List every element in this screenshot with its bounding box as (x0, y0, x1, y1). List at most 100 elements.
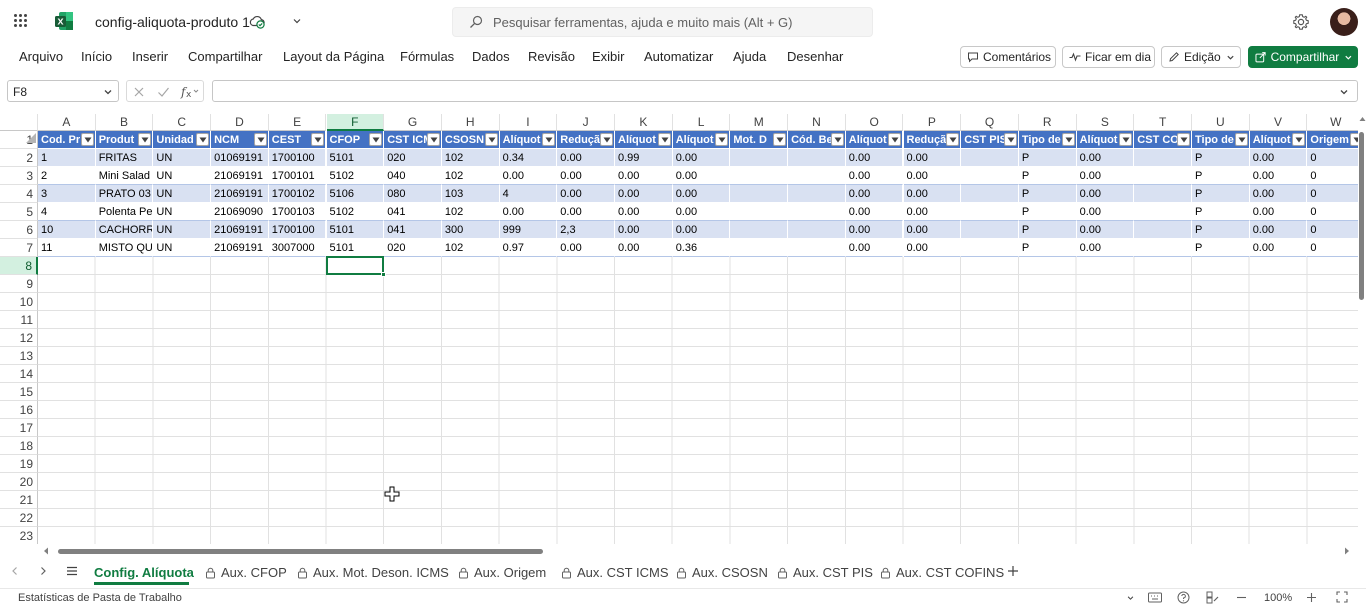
empty-row[interactable] (38, 311, 1358, 329)
row-header-15[interactable]: 15 (0, 383, 38, 401)
header-cell[interactable]: Alíquot (615, 131, 673, 149)
row-header-13[interactable]: 13 (0, 347, 38, 365)
table-cell[interactable]: P (1192, 149, 1250, 167)
column-header-v[interactable]: V (1249, 114, 1308, 131)
select-all-corner[interactable] (0, 114, 38, 131)
column-header-n[interactable]: N (788, 114, 846, 131)
header-cell[interactable]: CST ICM (384, 131, 442, 149)
zoom-in-icon[interactable] (1306, 592, 1317, 603)
table-cell[interactable]: UN (153, 149, 212, 167)
table-cell[interactable]: 0.00 (1249, 167, 1308, 185)
column-header-c[interactable]: C (153, 114, 212, 131)
cloud-saved-icon[interactable] (249, 13, 265, 29)
filter-dropdown-icon[interactable] (1234, 133, 1248, 146)
column-header-q[interactable]: Q (961, 114, 1019, 131)
column-header-w[interactable]: W (1307, 114, 1358, 131)
table-cell[interactable]: 0.00 (1076, 185, 1135, 203)
table-cell[interactable]: 0.00 (1249, 239, 1308, 257)
filter-dropdown-icon[interactable] (657, 133, 671, 146)
empty-row[interactable] (38, 419, 1358, 437)
table-cell[interactable]: 0.00 (1076, 203, 1135, 221)
row-header-5[interactable]: 5 (0, 203, 38, 221)
table-cell[interactable]: P (1192, 185, 1250, 203)
menu-exibir[interactable]: Exibir (592, 49, 625, 64)
row-header-21[interactable]: 21 (0, 491, 38, 509)
table-cell[interactable]: 041 (384, 221, 442, 239)
table-cell[interactable]: 21069191 (211, 167, 269, 185)
table-cell[interactable]: 0.00 (557, 239, 615, 257)
table-cell[interactable]: P (1192, 239, 1250, 257)
scroll-right-icon[interactable] (1344, 547, 1350, 555)
table-cell[interactable] (1134, 167, 1192, 185)
filter-dropdown-icon[interactable] (542, 133, 556, 146)
table-cell[interactable]: 5101 (326, 221, 385, 239)
table-cell[interactable] (1134, 185, 1192, 203)
formula-input[interactable] (212, 80, 1358, 102)
table-cell[interactable]: P (1018, 185, 1077, 203)
menu-inicio[interactable]: Início (81, 49, 112, 64)
filter-dropdown-icon[interactable] (196, 133, 210, 146)
table-cell[interactable]: PRATO 03 (95, 185, 154, 203)
menu-layout[interactable]: Layout da Página (283, 49, 384, 64)
tab-scroll-right-icon[interactable] (38, 566, 48, 576)
column-header-f[interactable]: F (326, 114, 385, 131)
table-cell[interactable]: 21069191 (211, 239, 269, 257)
table-cell[interactable]: 0.00 (1076, 167, 1135, 185)
table-cell[interactable]: 1700100 (268, 149, 327, 167)
table-cell[interactable]: 21069191 (211, 185, 269, 203)
table-cell[interactable] (788, 149, 846, 167)
selected-cell[interactable] (325, 256, 385, 275)
table-cell[interactable]: UN (153, 203, 212, 221)
workbook-statistics[interactable]: Estatísticas de Pasta de Trabalho (18, 592, 182, 604)
table-cell[interactable]: 0.00 (903, 221, 962, 239)
table-cell[interactable]: 0 (1307, 203, 1358, 221)
table-cell[interactable]: 0.00 (615, 203, 673, 221)
vertical-scroll-thumb[interactable] (1359, 132, 1364, 300)
header-cell[interactable]: Cod. Pr (38, 131, 96, 149)
comments-button[interactable]: Comentários (960, 46, 1056, 68)
column-header-s[interactable]: S (1076, 114, 1135, 131)
table-cell[interactable]: 0.00 (615, 221, 673, 239)
table-cell[interactable]: 040 (384, 167, 442, 185)
table-cell[interactable]: 020 (384, 149, 442, 167)
add-sheet-icon[interactable] (1007, 565, 1019, 577)
row-header-6[interactable]: 6 (0, 221, 38, 239)
chevron-down-icon[interactable] (1339, 87, 1349, 97)
horizontal-scroll-thumb[interactable] (58, 549, 543, 554)
view-settings-icon[interactable] (1206, 591, 1220, 604)
header-cell[interactable]: Reduçã (903, 131, 962, 149)
table-cell[interactable]: 0 (1307, 239, 1358, 257)
column-header-p[interactable]: P (903, 114, 962, 131)
table-cell[interactable]: 10 (38, 221, 96, 239)
table-cell[interactable]: 0.00 (557, 185, 615, 203)
table-cell[interactable]: UN (153, 239, 212, 257)
empty-row[interactable] (38, 293, 1358, 311)
header-cell[interactable]: CST PIS (961, 131, 1019, 149)
table-cell[interactable]: 0.97 (499, 239, 558, 257)
editing-mode-button[interactable]: Edição (1161, 46, 1241, 68)
table-cell[interactable]: 3007000 (268, 239, 327, 257)
table-cell[interactable]: 102 (441, 239, 500, 257)
filter-dropdown-icon[interactable] (1176, 133, 1190, 146)
table-cell[interactable]: 103 (441, 185, 500, 203)
column-header-k[interactable]: K (615, 114, 673, 131)
row-header-7[interactable]: 7 (0, 239, 38, 257)
table-cell[interactable]: P (1018, 167, 1077, 185)
table-cell[interactable]: 1 (38, 149, 96, 167)
table-cell[interactable]: 0 (1307, 221, 1358, 239)
header-cell[interactable]: Mot. D (730, 131, 789, 149)
header-cell[interactable]: CSOSN (441, 131, 500, 149)
filter-dropdown-icon[interactable] (830, 133, 844, 146)
header-cell[interactable]: Reduçã (557, 131, 615, 149)
table-cell[interactable]: 0.00 (557, 149, 615, 167)
table-cell[interactable] (1134, 221, 1192, 239)
fill-handle[interactable] (381, 272, 387, 277)
empty-row[interactable] (38, 509, 1358, 527)
table-cell[interactable]: P (1192, 167, 1250, 185)
table-cell[interactable]: CACHORRO (95, 221, 154, 239)
cancel-icon[interactable] (133, 86, 145, 98)
table-cell[interactable]: 0.00 (903, 149, 962, 167)
table-cell[interactable]: 0.00 (672, 185, 731, 203)
select-all-corner-icon[interactable] (25, 132, 37, 144)
menu-ajuda[interactable]: Ajuda (733, 49, 766, 64)
